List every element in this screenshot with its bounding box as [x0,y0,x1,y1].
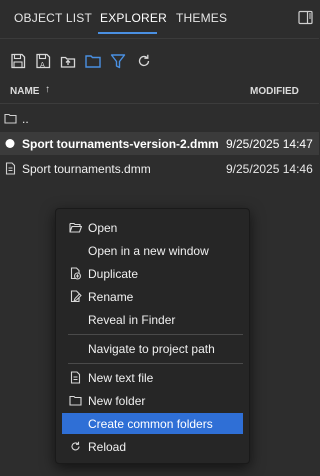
menu-item-label: Create common folders [88,417,213,431]
file-name: .. [22,112,29,126]
name-column-header[interactable]: NAME [10,86,39,97]
upload-icon[interactable] [59,52,77,70]
menu-item-label: New text file [88,371,154,385]
file-row[interactable]: Sport tournaments-version-2.dmm 9/25/202… [0,132,319,155]
filter-icon[interactable] [109,52,127,70]
menu-item-label: Open [88,221,118,235]
menu-item-label: New folder [88,394,146,408]
menu-item-new-folder[interactable]: New folder [62,390,243,411]
menu-item-label: Navigate to project path [88,342,215,356]
toolbar: A [0,49,319,73]
menu-item-create-common-folders[interactable]: Create common folders [62,413,243,434]
tab-divider [0,38,319,39]
modified-column-header[interactable]: MODIFIED [250,86,299,97]
parent-directory-row[interactable]: .. [0,107,319,130]
svg-text:A: A [40,61,45,69]
file-row[interactable]: Sport tournaments.dmm 9/25/2025 14:46 [0,157,319,180]
panel-toggle-icon[interactable] [298,10,313,25]
tab-bar: OBJECT LIST EXPLORER THEMES [0,0,319,38]
file-modified: 9/25/2025 14:47 [226,137,313,151]
save-icon[interactable] [9,52,27,70]
context-menu: Open Open in a new window Duplicate Rena… [55,208,250,464]
menu-separator [68,363,243,364]
menu-item-label: Duplicate [88,267,139,281]
tab-themes[interactable]: THEMES [176,11,227,25]
menu-item-label: Rename [88,290,134,304]
file-modified: 9/25/2025 14:46 [226,162,313,176]
new-folder-icon [69,394,82,407]
reload-icon [69,440,82,453]
menu-item-reload[interactable]: Reload [62,436,243,457]
file-icon [4,162,17,175]
active-tab-indicator [98,32,157,34]
menu-item-label: Open in a new window [88,244,209,258]
menu-item-open[interactable]: Open [62,217,243,238]
menu-item-rename[interactable]: Rename [62,286,243,307]
menu-item-open-new-window[interactable]: Open in a new window [62,240,243,261]
folder-icon[interactable] [84,52,102,70]
menu-separator [68,334,243,335]
folder-open-icon [69,221,83,234]
rename-icon [69,290,82,303]
tab-object-list[interactable]: OBJECT LIST [14,11,92,25]
menu-item-label: Reveal in Finder [88,313,176,327]
reload-icon[interactable] [135,52,153,70]
duplicate-icon [69,267,82,280]
file-name: Sport tournaments-version-2.dmm [22,137,219,151]
save-as-icon[interactable]: A [34,52,52,70]
menu-item-reveal-in-finder[interactable]: Reveal in Finder [62,309,243,330]
active-dot-icon [4,137,17,150]
new-file-icon [69,371,82,384]
menu-item-new-text-file[interactable]: New text file [62,367,243,388]
menu-item-duplicate[interactable]: Duplicate [62,263,243,284]
column-header: NAME ↑ MODIFIED [0,81,319,104]
tab-explorer[interactable]: EXPLORER [100,11,167,25]
sort-ascending-icon[interactable]: ↑ [45,84,50,95]
menu-item-navigate-to-project-path[interactable]: Navigate to project path [62,338,243,359]
menu-item-label: Reload [88,440,127,454]
file-name: Sport tournaments.dmm [22,162,151,176]
folder-icon [4,112,17,125]
